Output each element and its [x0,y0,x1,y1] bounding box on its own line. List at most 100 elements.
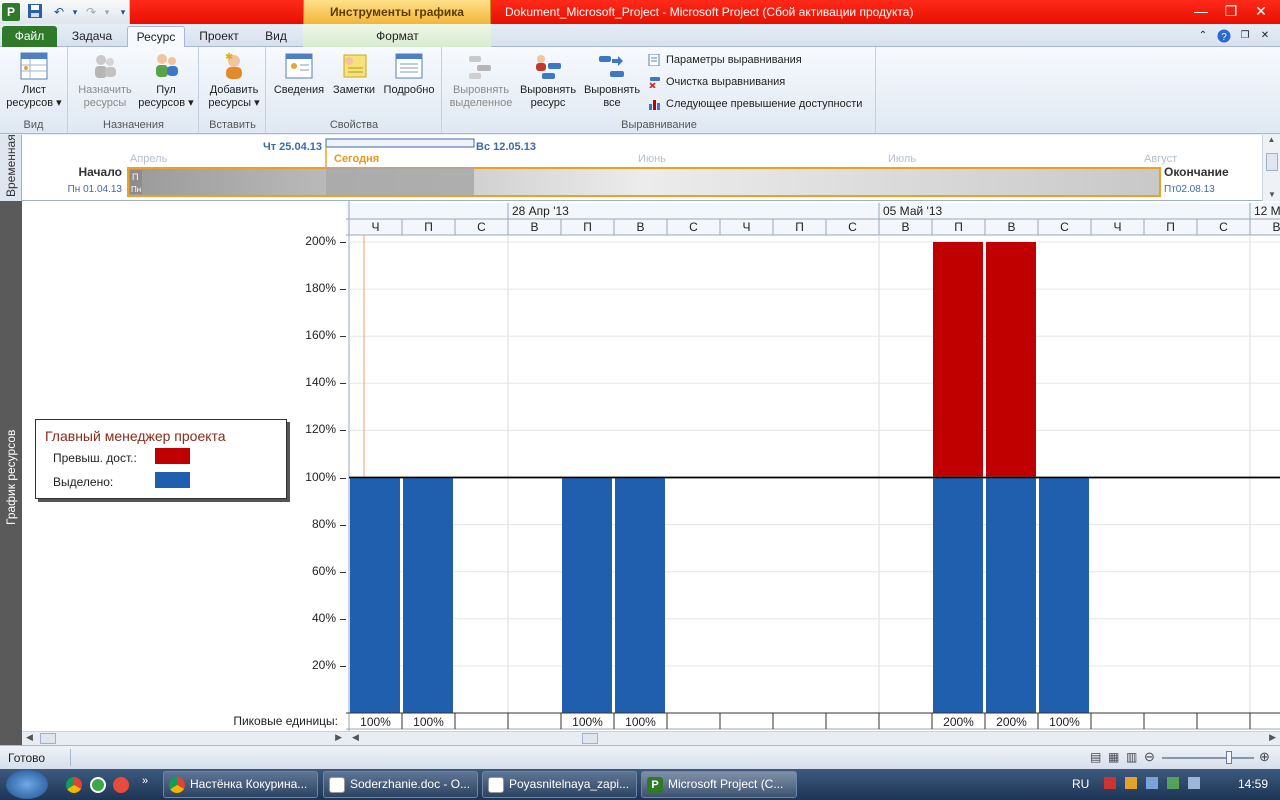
resource-sheet-button[interactable]: Лист ресурсов ▾ [4,51,64,110]
left-scroll-left-icon[interactable]: ◀ [26,732,33,743]
chart-scroll-left-icon[interactable]: ◀ [352,732,359,743]
level-selection-label-2: выделенное [449,97,513,109]
assign-resources-button[interactable]: Назначить ресурсы [73,51,137,110]
help-icon[interactable]: ? [1216,26,1232,47]
view-sheet-icon[interactable]: ▥ [1126,750,1137,764]
resource-pool-button[interactable]: Пул ресурсов ▾ [137,51,195,110]
timeline-scrollbar[interactable]: ▲ ▼ [1262,135,1280,201]
language-indicator[interactable]: RU [1072,777,1089,791]
resource-pool-label-1: Пул [156,84,176,96]
tray-icon-1[interactable] [1104,777,1116,789]
tray-volume-icon[interactable] [1188,777,1201,789]
graph-side-tab[interactable]: График ресурсов [0,201,22,746]
day-header-label: П [954,220,963,234]
view-gantt-icon[interactable]: ▤ [1090,750,1101,764]
allocated-bar [615,477,665,713]
tab-resource[interactable]: Ресурс [127,26,185,47]
day-header-label: П [795,220,804,234]
chrome-pinned-icon[interactable] [66,777,82,793]
week-header-label: 12 М [1254,204,1280,218]
day-header-label: В [1272,220,1280,234]
customize-qat-icon[interactable]: ▾ [114,3,132,21]
add-resources-button[interactable]: ✱ Добавить ресурсы ▾ [203,51,265,110]
peak-unit-value: 100% [1049,715,1080,729]
tab-task[interactable]: Задача [62,26,122,47]
tray-icon-3[interactable] [1146,777,1159,789]
day-header-label: Ч [372,220,380,234]
next-overallocation-button[interactable]: Следующее превышение доступности [648,98,862,111]
timeline[interactable]: Временная Чт 25.04.13 Вс 12.05.13 Апрель… [0,134,1280,201]
level-resource-button[interactable]: Выровнять ресурс [516,51,580,110]
y-tick-label: 120% [305,422,336,437]
day-header-label: С [689,220,698,234]
save-icon[interactable] [26,3,44,21]
start-button[interactable] [6,770,48,799]
legend-title: Главный менеджер проекта [45,428,226,444]
view-window-top [325,138,475,148]
tray-icons[interactable] [1104,777,1216,793]
timeline-scroll-down-icon[interactable]: ▼ [1263,190,1280,199]
zoom-out-icon[interactable]: ⊖ [1144,749,1155,765]
chart-hscroll[interactable]: ◀ ▶ [346,731,1280,745]
timeline-end-label: Окончание [1164,165,1229,179]
resource-pool-label-2: ресурсов ▾ [138,97,194,109]
pinned-app-icon-2[interactable] [90,777,106,793]
doc-restore-icon[interactable]: ❐ [1238,26,1252,47]
left-hscroll[interactable]: ◀ ▶ [22,731,346,745]
level-all-icon [599,56,624,77]
close-icon[interactable]: ✕ [1248,2,1274,20]
timeline-side-tab[interactable]: Временная [0,134,22,201]
level-selection-button[interactable]: Выровнять выделенное [447,51,515,110]
maximize-icon[interactable]: ❐ [1218,2,1244,20]
pinned-app-icon-3[interactable] [113,777,129,793]
chart-scroll-thumb[interactable] [582,733,598,744]
tray-icon-2[interactable] [1125,777,1138,789]
taskbar-expand-icon[interactable]: » [142,775,148,787]
month-june: Июнь [638,153,666,165]
leveling-options-label: Параметры выравнивания [666,54,802,66]
tab-project[interactable]: Проект [190,26,248,47]
legend-overallocated-label: Превыш. дост.: [53,451,137,465]
doc-close-icon[interactable]: ✕ [1258,26,1272,47]
add-resources-label-2: ресурсы ▾ [208,97,260,109]
allocated-bar [562,477,612,713]
group-label-leveling: Выравнивание [621,119,697,131]
zoom-slider-track[interactable] [1162,757,1254,759]
project-app-icon[interactable]: P [2,3,20,21]
view-task-usage-icon[interactable]: ▦ [1108,750,1119,764]
zoom-in-icon[interactable]: ⊕ [1259,749,1270,765]
day-header-label: В [1007,220,1015,234]
clock[interactable]: 14:59 [1238,777,1268,791]
clear-leveling-button[interactable]: Очистка выравнивания [648,76,785,89]
chart-scroll-right-icon[interactable]: ▶ [1269,732,1276,743]
task-chrome[interactable]: Настёнка Кокурина... [163,771,318,798]
peak-unit-value: 100% [625,715,656,729]
timeline-mini-task-label: П [132,172,138,182]
notes-button[interactable]: Заметки [327,51,381,97]
tab-format[interactable]: Формат [355,26,440,47]
tab-view[interactable]: Вид [252,26,300,47]
task-msproject[interactable]: P Microsoft Project (C... [641,771,797,798]
day-header-label: П [424,220,433,234]
status-bar: Готово ▤ ▦ ▥ ⊖ ⊕ [0,745,1280,769]
day-header-bg [346,219,1280,235]
timeline-scroll-up-icon[interactable]: ▲ [1263,135,1280,144]
leveling-options-button[interactable]: Параметры выравнивания [648,54,802,67]
level-all-button[interactable]: Выровнять все [580,51,644,110]
resource-graph-chart[interactable]: 28 Апр '13 05 Май '13 12 М Ч П С В П В С Ч П С В П В С Ч П… [346,201,1280,731]
task-soderzhanie[interactable]: Soderzhanie.doc - O... [323,771,478,798]
collapse-ribbon-icon[interactable]: ⌃ [1196,26,1210,47]
document-icon [329,777,345,793]
left-scroll-thumb[interactable] [40,733,56,744]
resource-graph-tools-context-tab: Инструменты графика ресурсов [303,0,491,43]
left-scroll-right-icon[interactable]: ▶ [335,732,342,743]
information-button[interactable]: Сведения [271,51,327,97]
allocated-bar [350,477,400,713]
task-poyasnitelnaya[interactable]: Poyasnitelnaya_zapi... [482,771,637,798]
minimize-icon[interactable]: — [1188,2,1214,20]
timeline-scroll-thumb[interactable] [1266,153,1278,171]
zoom-slider-thumb[interactable] [1226,751,1232,764]
details-button[interactable]: Подробно [379,51,439,97]
tab-file[interactable]: Файл [2,26,57,47]
tray-icon-4[interactable] [1167,777,1180,789]
